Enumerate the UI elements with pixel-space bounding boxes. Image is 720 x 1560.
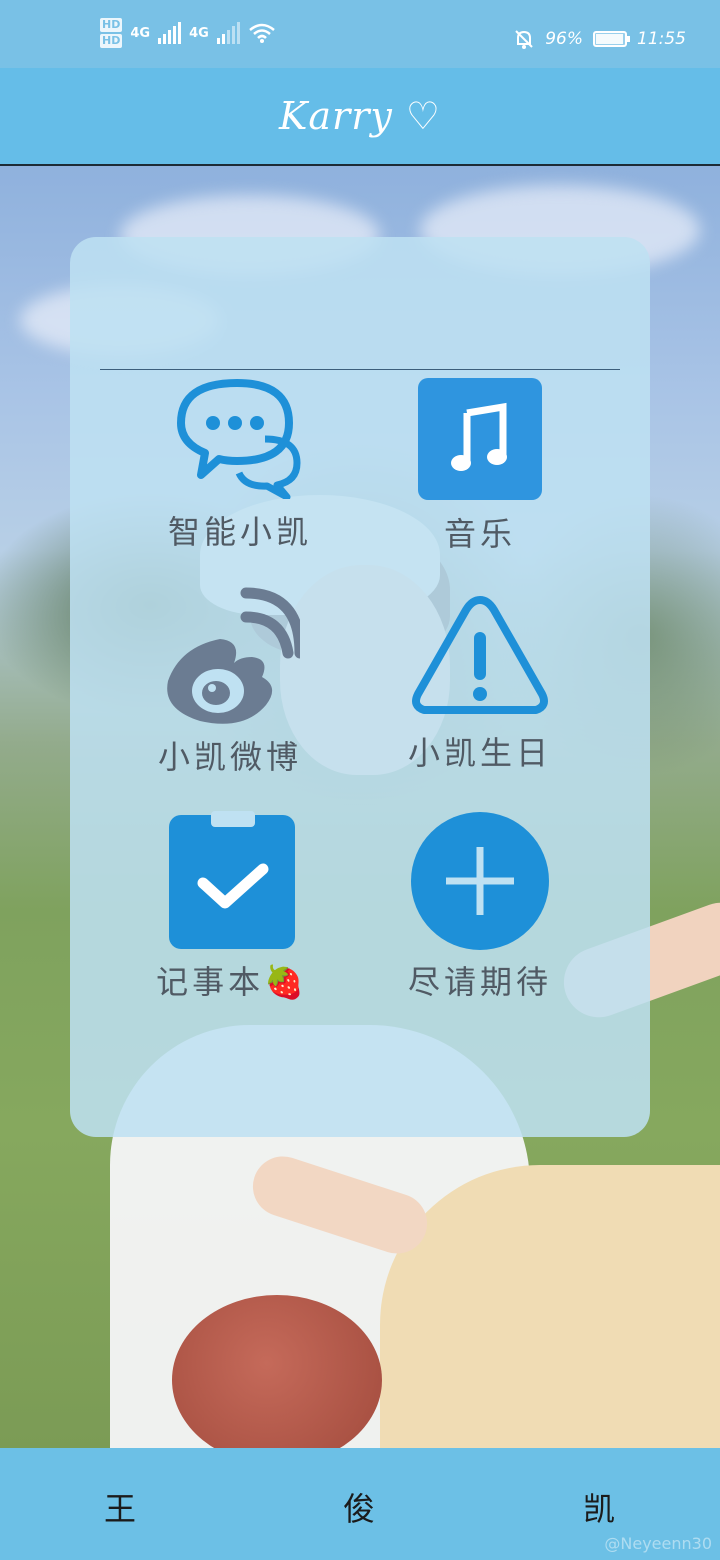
status-bar: HD HD 4G 4G 96% 11:55 (0, 0, 720, 68)
signal-strength-2-icon (216, 22, 240, 44)
network-type-1: 4G (130, 25, 151, 41)
feature-card: 智能小凯 音乐 小凯微博 小凯生日 记事本🍓 尽请期待 (70, 237, 650, 1137)
tile-label: 小凯微博 (157, 738, 302, 776)
bell-muted-icon (515, 30, 533, 49)
clock: 11:55 (637, 29, 686, 49)
battery-percent: 96% (545, 29, 583, 49)
hd-badge-top: HD (100, 18, 123, 32)
system-status: 96% 11:55 (513, 28, 686, 50)
clipboard-check-icon (169, 811, 295, 949)
tile-birthday[interactable]: 小凯生日 (360, 592, 600, 774)
nav-item-kai[interactable]: 凯 (583, 1484, 615, 1530)
hd-badge-bottom: HD (100, 34, 123, 48)
nav-item-wang[interactable]: 王 (104, 1484, 136, 1530)
tile-label: 记事本🍓 (156, 963, 308, 1001)
tile-label: 小凯生日 (407, 734, 552, 772)
tile-label: 音乐 (443, 515, 516, 553)
watermark: @Neyeenn30 (604, 1534, 712, 1553)
divider (100, 369, 620, 370)
weibo-icon (167, 587, 306, 724)
page-title: Karry ♡ (279, 94, 441, 138)
music-note-icon (418, 378, 542, 500)
signal-strength-icon (158, 22, 182, 44)
chat-bubbles-icon (177, 379, 301, 501)
warning-icon (412, 596, 548, 714)
tile-coming-soon[interactable]: 尽请期待 (360, 811, 600, 1003)
app-screen: HD HD 4G 4G 96% 11:55 Karry ♡ 智能小凯 音乐 小凯… (0, 0, 720, 1560)
tile-label: 智能小凯 (167, 513, 312, 551)
nav-item-jun[interactable]: 俊 (343, 1484, 375, 1530)
tile-notebook[interactable]: 记事本🍓 (112, 811, 352, 1003)
tile-weibo[interactable]: 小凯微博 (110, 587, 350, 778)
tile-label: 尽请期待 (407, 963, 552, 1001)
app-bar: Karry ♡ (0, 68, 720, 166)
network-status: HD HD 4G 4G (100, 18, 276, 48)
network-type-2: 4G (189, 25, 209, 41)
plus-circle-icon (411, 812, 549, 950)
tile-music[interactable]: 音乐 (360, 377, 600, 555)
tile-smart-chat[interactable]: 智能小凯 (120, 377, 360, 553)
bottom-nav: 王 俊 凯 @Neyeenn30 (0, 1448, 720, 1560)
battery-icon (593, 31, 630, 47)
wifi-icon (248, 23, 275, 43)
